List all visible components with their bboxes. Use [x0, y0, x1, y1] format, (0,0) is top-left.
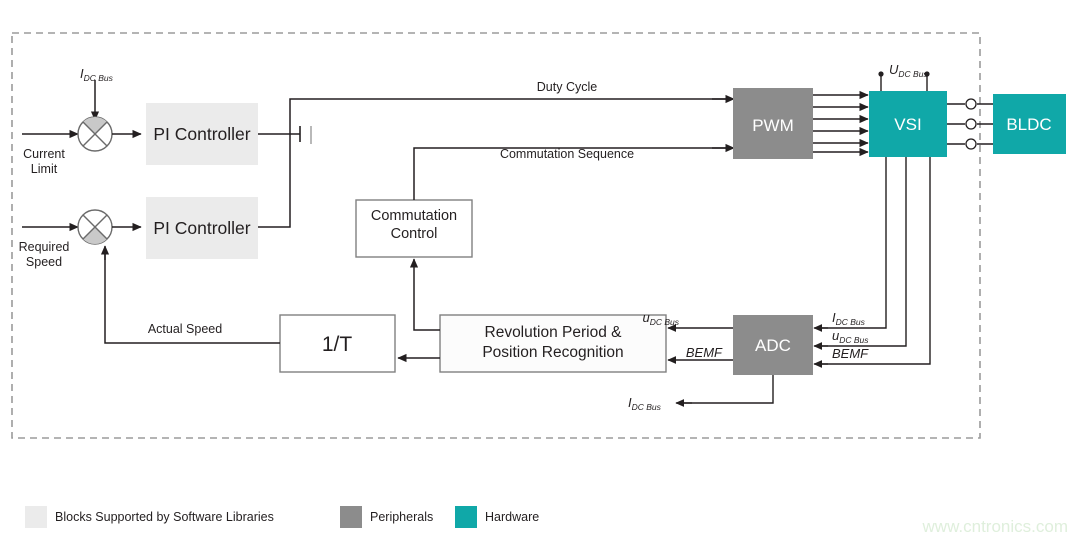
legend-swatch-software: [25, 506, 47, 528]
vsi-to-bldc-phases: [947, 98, 994, 150]
block-diagram: PI Controller PI Controller Commutation …: [11, 32, 1068, 536]
label-u-dc-bus-vsi: UDC Bus: [889, 62, 928, 79]
svg-text:IDC Bus: IDC Bus: [80, 66, 114, 83]
label-bemf-adc-in: BEMF: [832, 346, 869, 361]
label-revolution-period-line2: Position Recognition: [482, 344, 623, 361]
diagram-canvas: PI Controller PI Controller Commutation …: [0, 0, 1080, 545]
watermark: www.cntronics.com: [922, 517, 1068, 536]
label-commutation-control-line2: Control: [391, 226, 438, 242]
label-current-limit-line2: Limit: [31, 162, 58, 176]
label-revolution-period-line1: Revolution Period &: [485, 324, 623, 341]
label-current-limit-line1: Current: [23, 147, 65, 161]
label-required-speed-line1: Required: [19, 240, 70, 254]
legend: Blocks Supported by Software Libraries P…: [25, 506, 539, 528]
label-vsi: VSI: [894, 115, 921, 134]
svg-text:uDC Bus: uDC Bus: [642, 310, 679, 327]
svg-text:uDC Bus: uDC Bus: [832, 328, 869, 345]
label-required-speed-line2: Speed: [26, 255, 62, 269]
legend-label-peripherals: Peripherals: [370, 510, 433, 524]
label-pi-controller-1: PI Controller: [153, 124, 250, 144]
label-commutation-sequence: Commutation Sequence: [500, 147, 634, 161]
label-u-dc-bus-adc-in: uDC Bus: [832, 328, 869, 345]
svg-text:IDC Bus: IDC Bus: [628, 395, 662, 412]
label-pi-controller-2: PI Controller: [153, 218, 250, 238]
svg-text:UDC Bus: UDC Bus: [889, 62, 928, 79]
legend-swatch-peripherals: [340, 506, 362, 528]
summing-junction-speed: [77, 209, 113, 245]
label-commutation-control-line1: Commutation: [371, 208, 457, 224]
label-bldc: BLDC: [1006, 115, 1051, 134]
summing-junction-current: [77, 116, 113, 152]
label-i-dc-bus-bottom: IDC Bus: [628, 395, 662, 412]
label-u-dc-bus-adc-out: uDC Bus: [642, 310, 679, 327]
label-bemf-adc-out: BEMF: [686, 345, 723, 360]
label-inverse-t: 1/T: [322, 333, 353, 356]
label-pwm: PWM: [752, 116, 794, 135]
legend-swatch-hardware: [455, 506, 477, 528]
legend-label-software: Blocks Supported by Software Libraries: [55, 510, 274, 524]
legend-label-hardware: Hardware: [485, 510, 539, 524]
svg-text:IDC Bus: IDC Bus: [832, 310, 866, 327]
label-actual-speed: Actual Speed: [148, 322, 222, 336]
pwm-to-vsi-bus: [813, 90, 869, 157]
label-i-dc-bus-top: IDC Bus: [80, 66, 114, 83]
label-duty-cycle: Duty Cycle: [537, 80, 597, 94]
label-i-dc-bus-adc-in: IDC Bus: [832, 310, 866, 327]
label-adc: ADC: [755, 336, 791, 355]
